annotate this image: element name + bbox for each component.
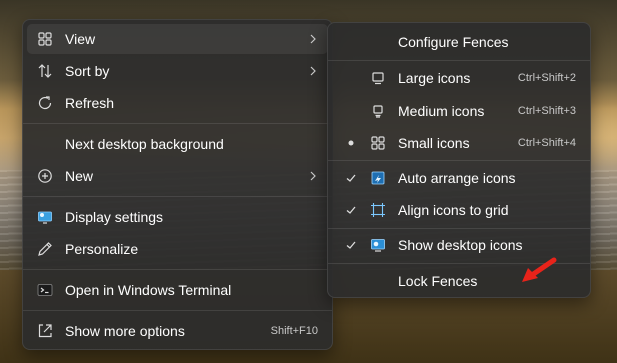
- menu-item-personalize[interactable]: Personalize: [27, 234, 328, 264]
- grid-icon: [37, 31, 53, 47]
- align-grid-icon: [370, 202, 386, 218]
- checkmark-icon: [345, 172, 357, 184]
- submenu-item-medium-icons[interactable]: Medium icons Ctrl+Shift+3: [332, 96, 586, 126]
- submenu-item-configure-fences[interactable]: Configure Fences: [332, 27, 586, 57]
- menu-item-display-settings[interactable]: Display settings: [27, 202, 328, 232]
- menu-separator: [23, 310, 332, 311]
- menu-item-label: Display settings: [65, 209, 164, 225]
- menu-item-label: Refresh: [65, 95, 115, 111]
- menu-item-view[interactable]: View: [27, 24, 328, 54]
- menu-item-next-background[interactable]: Next desktop background: [27, 129, 328, 159]
- menu-separator: [328, 160, 590, 161]
- submenu-item-auto-arrange[interactable]: Auto arrange icons: [332, 163, 586, 193]
- auto-arrange-icon: [370, 170, 386, 186]
- menu-separator: [328, 60, 590, 61]
- menu-item-label: Medium icons: [398, 103, 485, 119]
- desktop-context-menu: View Sort by Refresh Next desktop backgr…: [22, 19, 333, 350]
- menu-item-show-more-options[interactable]: Show more options Shift+F10: [27, 316, 328, 346]
- menu-item-label: Lock Fences: [398, 273, 478, 289]
- menu-item-sort-by[interactable]: Sort by: [27, 56, 328, 86]
- menu-item-label: Show desktop icons: [398, 237, 523, 253]
- menu-item-label: Align icons to grid: [398, 202, 509, 218]
- grid-icon: [370, 135, 386, 151]
- menu-separator: [23, 269, 332, 270]
- submenu-item-small-icons[interactable]: Small icons Ctrl+Shift+4: [332, 128, 586, 158]
- menu-item-label: Open in Windows Terminal: [65, 282, 232, 298]
- monitor-small-icon: [370, 103, 386, 119]
- share-icon: [37, 323, 53, 339]
- submenu-item-large-icons[interactable]: Large icons Ctrl+Shift+2: [332, 63, 586, 93]
- menu-item-label: Auto arrange icons: [398, 170, 516, 186]
- menu-item-refresh[interactable]: Refresh: [27, 88, 328, 118]
- terminal-icon: [37, 282, 53, 298]
- menu-separator: [23, 196, 332, 197]
- submenu-item-align-to-grid[interactable]: Align icons to grid: [332, 195, 586, 225]
- chevron-right-icon: [308, 34, 318, 44]
- shortcut-label: Ctrl+Shift+2: [517, 72, 576, 84]
- sort-icon: [37, 63, 53, 79]
- plus-circle-icon: [37, 168, 53, 184]
- refresh-icon: [37, 95, 53, 111]
- menu-item-label: View: [65, 31, 96, 47]
- menu-item-label: Sort by: [65, 63, 110, 79]
- desktop-icon: [370, 237, 386, 253]
- menu-item-label: Small icons: [398, 135, 470, 151]
- menu-item-label: Next desktop background: [65, 136, 224, 152]
- menu-item-label: Large icons: [398, 70, 471, 86]
- checkmark-icon: [345, 239, 357, 251]
- selected-bullet-icon: [345, 137, 357, 149]
- menu-item-new[interactable]: New: [27, 161, 328, 191]
- menu-separator: [23, 123, 332, 124]
- shortcut-label: Ctrl+Shift+4: [517, 137, 576, 149]
- checkmark-icon: [345, 204, 357, 216]
- menu-separator: [328, 228, 590, 229]
- monitor-icon: [370, 70, 386, 86]
- menu-item-label: New: [65, 168, 94, 184]
- menu-item-label: Show more options: [65, 323, 185, 339]
- menu-item-windows-terminal[interactable]: Open in Windows Terminal: [27, 275, 328, 305]
- shortcut-label: Ctrl+Shift+3: [517, 105, 576, 117]
- menu-item-label: Personalize: [65, 241, 139, 257]
- shortcut-label: Shift+F10: [270, 325, 318, 337]
- display-icon: [37, 209, 53, 225]
- chevron-right-icon: [308, 66, 318, 76]
- menu-item-label: Configure Fences: [398, 34, 509, 50]
- pen-icon: [37, 241, 53, 257]
- annotation-arrow-icon: [518, 256, 558, 286]
- chevron-right-icon: [308, 171, 318, 181]
